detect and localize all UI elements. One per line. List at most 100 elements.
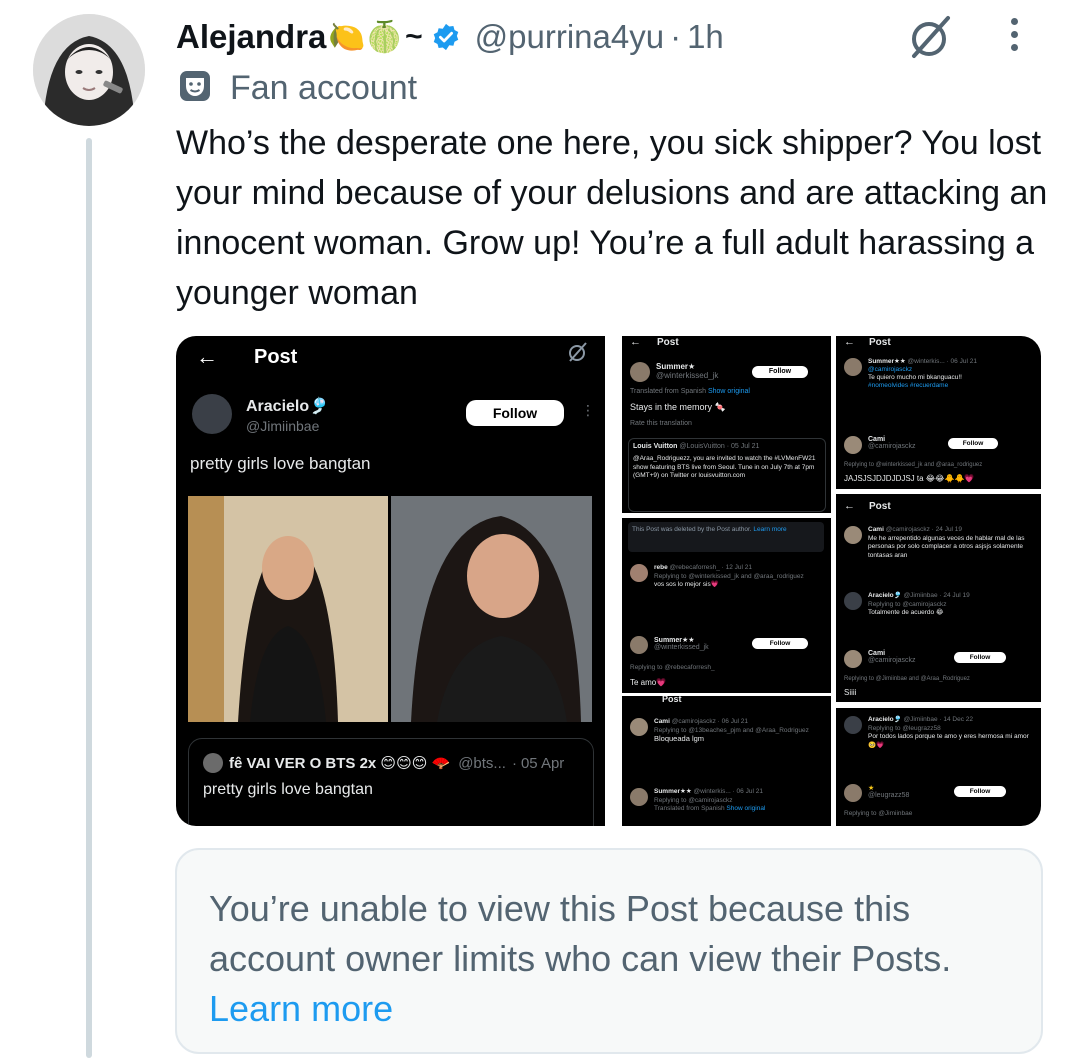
media-screenshot-4[interactable]: ← Post Cami @camirojasckz · 24 Jul 19 Me…	[836, 494, 1041, 702]
learn-more-link[interactable]: Learn more	[209, 988, 393, 1029]
media-screenshot-main[interactable]: ← Post Aracielo🎐 @Jimiinbae Follow ⋮ pre…	[176, 336, 605, 826]
user-handle: @Jimiinbae · 24 Jul 19	[903, 592, 970, 599]
replying-to: Replying to @winterkissed_jk and @araa_r…	[654, 572, 804, 580]
avatar[interactable]	[33, 14, 145, 126]
user-handle: @camirojasckz · 06 Jul 21	[671, 718, 749, 725]
back-arrow-icon: ←	[630, 336, 641, 348]
follow-button: Follow	[948, 438, 998, 449]
deleted-notice: This Post was deleted by the Post author…	[628, 522, 824, 552]
verified-badge-icon[interactable]	[431, 22, 461, 52]
notice-text: You’re unable to view this Post because …	[209, 888, 952, 979]
user-handle: @camirojasckz	[868, 443, 916, 450]
user-name: Summer★	[656, 362, 696, 371]
user-handle: @Jimiinbae · 14 Dec 22	[903, 716, 974, 723]
unavailable-post-notice: You’re unable to view this Post because …	[175, 848, 1043, 1054]
thread-line	[86, 138, 92, 1058]
account-label-text: Fan account	[230, 68, 418, 107]
user-name: Aracielo🎐	[868, 716, 902, 723]
follow-button: Follow	[954, 786, 1006, 797]
avatar	[844, 592, 862, 610]
avatar	[844, 650, 862, 668]
screenshot-photo-1	[188, 496, 388, 722]
post-text: Stays in the memory 🍬	[630, 402, 726, 412]
avatar	[630, 564, 648, 582]
avatar	[203, 753, 223, 773]
hashtags: #nomeolvides #recuerdame	[868, 382, 949, 389]
user-name: Summer★★	[868, 358, 906, 365]
quoted-name: Louis Vuitton	[633, 443, 678, 450]
author-handle[interactable]: @purrina4yu	[475, 18, 664, 56]
replying-to: Replying to @camirojasckz	[868, 600, 947, 608]
screenshot-post-text: pretty girls love bangtan	[190, 454, 371, 473]
more-icon[interactable]	[1011, 18, 1018, 51]
rate-translation: Rate this translation	[630, 420, 692, 427]
media-screenshot-3[interactable]: This Post was deleted by the Post author…	[622, 518, 831, 693]
user-handle: @camirojasckz	[868, 657, 916, 664]
translated-label: Translated from Spanish	[630, 388, 706, 395]
avatar	[844, 526, 862, 544]
user-handle: @winterkis... · 06 Jul 21	[693, 788, 763, 795]
screenshot-user-name: Aracielo🎐	[246, 398, 330, 415]
quoted-separator: ·	[511, 754, 517, 772]
screenshot-header-title: Post	[662, 696, 682, 704]
screenshot-photo-2	[391, 496, 592, 722]
replying-to: Replying to @leugrazz58	[868, 724, 941, 732]
quoted-post: Louis Vuitton @LouisVuitton · 05 Jul 21 …	[628, 438, 826, 512]
media-screenshot-5[interactable]: Post Cami @camirojasckz · 06 Jul 21 Repl…	[622, 696, 831, 826]
quoted-name: fê VAI VER O BTS 2x 😊😊😊 🪭	[229, 755, 451, 772]
avatar	[844, 358, 862, 376]
avatar	[630, 362, 650, 382]
replying-to: Replying to @rebecaforresh_	[630, 664, 715, 671]
follow-button: Follow	[752, 638, 808, 649]
post-text: Bloqueada lgm	[654, 734, 705, 743]
media-screenshot-6[interactable]: Aracielo🎐 @Jimiinbae · 14 Dec 22 Replyin…	[836, 708, 1041, 826]
user-name: Cami	[654, 718, 670, 725]
post-text: Te amo💗	[630, 678, 667, 687]
user-handle: @winterkissed_jk	[654, 644, 709, 651]
avatar	[844, 716, 862, 734]
user-name: Summer★★	[654, 637, 695, 644]
learn-more-link: Learn more	[753, 526, 787, 533]
avatar	[630, 788, 648, 806]
more-icon: ⋮	[581, 402, 595, 418]
quoted-handle: @bts...	[458, 754, 506, 772]
post-text: Por todos lados porque te amo y eres her…	[868, 733, 1029, 749]
post-text: JAJSJSJDJDJDJSJ ta 😂😂🐥🐥💗	[844, 474, 975, 483]
user-name: rebe	[654, 564, 668, 571]
author-name[interactable]: Alejandra	[176, 18, 326, 56]
back-arrow-icon: ←	[844, 336, 855, 348]
screenshot-header-title: Post	[869, 500, 891, 512]
theater-masks-icon	[178, 69, 212, 108]
screenshot-user-handle: @Jimiinbae	[246, 418, 320, 434]
user-name: Aracielo🎐	[868, 592, 902, 599]
media-screenshot-2[interactable]: ← Post Summer★★ @winterkis... · 06 Jul 2…	[836, 336, 1041, 489]
grok-icon[interactable]	[904, 10, 958, 69]
post-time[interactable]: 1h	[687, 18, 724, 56]
quoted-text: pretty girls love bangtan	[203, 781, 373, 798]
avatar-photo	[33, 14, 145, 126]
avatar	[844, 784, 862, 802]
follow-button: Follow	[466, 400, 564, 426]
screenshot-header-title: Post	[254, 345, 298, 368]
user-name: Cami	[868, 650, 886, 657]
media-grid[interactable]: ← Post Aracielo🎐 @Jimiinbae Follow ⋮ pre…	[176, 336, 1041, 826]
time-separator: ·	[670, 18, 682, 55]
avatar	[844, 436, 862, 454]
replying-to: Replying to @winterkissed_jk and @araa_r…	[844, 462, 983, 468]
user-handle: @leugrazz58	[868, 792, 910, 799]
post-text: vos sos lo mejor sis💗	[654, 581, 719, 588]
replying-to: Replying to @Jimiinbae	[844, 810, 913, 817]
reply-mention: @camirojasckz	[868, 366, 913, 373]
quoted-post: fê VAI VER O BTS 2x 😊😊😊 🪭 @bts... · 05 A…	[188, 738, 594, 826]
grok-icon	[566, 340, 590, 366]
quoted-handle: @LouisVuitton · 05 Jul 21	[679, 443, 760, 450]
user-name: ★	[868, 785, 875, 792]
author-emoji: 🍋🍈	[328, 20, 404, 54]
media-screenshot-1[interactable]: ← Post Summer★ @winterkissed_jk Follow T…	[622, 336, 831, 513]
quoted-date: 05 Apr	[520, 754, 565, 772]
translated-label: Translated from Spanish	[654, 805, 725, 812]
back-arrow-icon: ←	[196, 344, 218, 369]
screenshot-header-title: Post	[657, 336, 679, 348]
avatar	[192, 394, 232, 434]
account-label: Fan account	[178, 66, 417, 110]
